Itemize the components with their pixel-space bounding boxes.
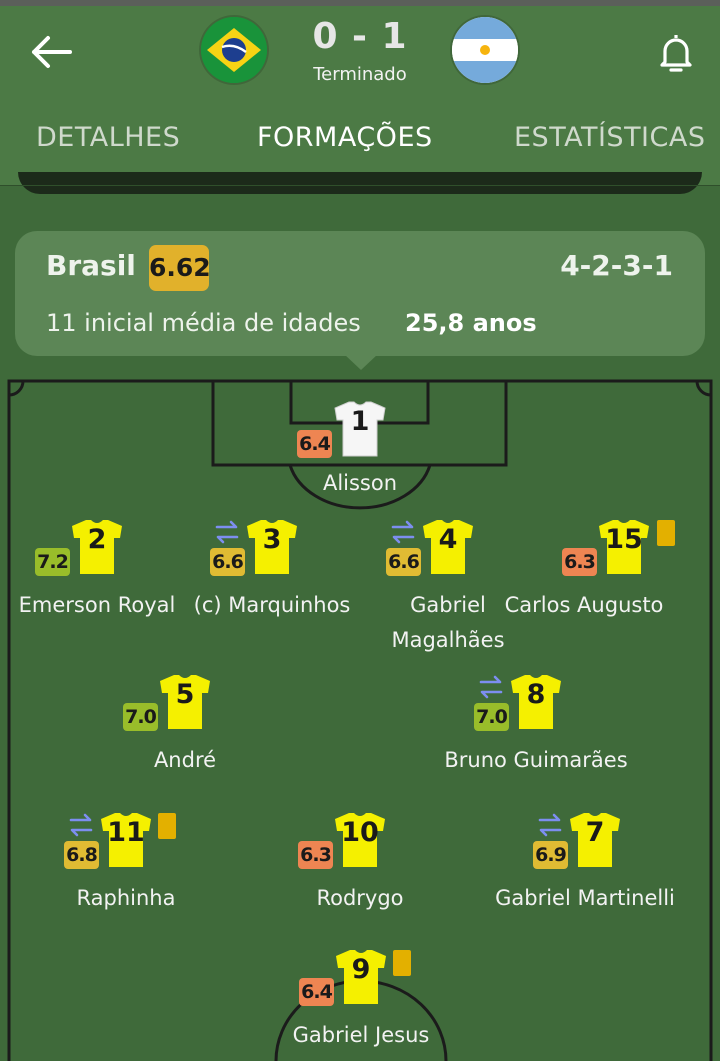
yellow-card-icon — [158, 813, 176, 839]
arrow-left-icon[interactable] — [26, 28, 76, 76]
shirt-number: 15 — [605, 524, 643, 555]
jersey-icon: 11 — [99, 811, 153, 869]
match-score: 0 - 1 — [312, 16, 408, 57]
player-rating-badge: 6.6 — [210, 548, 245, 576]
average-age-value: 25,8 anos — [405, 309, 537, 337]
player-name: Gabriel Jesus — [292, 1023, 430, 1047]
jersey-icon: 8 — [509, 673, 563, 731]
player-name: André — [153, 748, 217, 772]
tab-formacoes[interactable]: FORMAÇÕES — [257, 122, 433, 153]
header-shadow-arc — [18, 172, 702, 194]
team-rating-badge: 6.62 — [149, 245, 211, 291]
shirt-number: 1 — [350, 406, 370, 437]
card-pointer — [344, 354, 378, 370]
bell-icon[interactable] — [654, 30, 698, 76]
shirt-number: 8 — [526, 679, 546, 710]
substitution-icon — [68, 813, 94, 837]
player-name: Rodrygo — [316, 886, 404, 910]
jersey-icon: 1 — [333, 400, 387, 458]
jersey-icon: 7 — [568, 811, 622, 869]
substitution-icon — [537, 813, 563, 837]
player-rating-badge: 6.6 — [386, 548, 421, 576]
shirt-number: 9 — [351, 954, 371, 985]
average-age-label: 11 inicial média de idades — [46, 309, 361, 337]
team-name: Brasil — [46, 249, 136, 282]
team-summary-card: Brasil 6.62 4-2-3-1 11 inicial média de … — [15, 231, 705, 356]
player-rating-badge: 7.0 — [474, 703, 509, 731]
jersey-icon: 5 — [158, 673, 212, 731]
player-name: Carlos Augusto — [504, 593, 664, 617]
yellow-card-icon — [393, 950, 411, 976]
substitution-icon — [478, 675, 504, 699]
shirt-number: 5 — [175, 679, 195, 710]
player-rating-badge: 6.3 — [298, 841, 333, 869]
tab-estatisticas[interactable]: ESTATÍSTICAS — [514, 122, 705, 153]
player-rating-badge: 6.3 — [562, 548, 597, 576]
shirt-number: 7 — [585, 817, 605, 848]
player-rating-badge: 6.8 — [64, 841, 99, 869]
player-name: Raphinha — [76, 886, 176, 910]
shirt-number: 3 — [262, 524, 282, 555]
player-rating-badge: 7.2 — [35, 548, 70, 576]
shirt-number: 11 — [107, 817, 145, 848]
player-rating-badge: 6.9 — [533, 841, 568, 869]
shirt-number: 10 — [341, 817, 379, 848]
team-formation: 4-2-3-1 — [560, 249, 673, 282]
player-name: Bruno Guimarães — [444, 748, 628, 772]
jersey-icon: 10 — [333, 811, 387, 869]
player-rating-badge: 7.0 — [123, 703, 158, 731]
player-rating-badge: 6.4 — [299, 978, 334, 1006]
tab-detalhes[interactable]: DETALHES — [36, 122, 180, 153]
jersey-icon: 3 — [245, 518, 299, 576]
jersey-icon: 2 — [70, 518, 124, 576]
shirt-number: 4 — [438, 524, 458, 555]
match-header: 0 - 1 Terminado DETALHES FORMAÇÕES ESTAT… — [0, 0, 720, 186]
tabs-divider — [0, 185, 720, 186]
player-name: Alisson — [322, 471, 398, 495]
brazil-flag-icon[interactable] — [201, 17, 267, 83]
jersey-icon: 4 — [421, 518, 475, 576]
status-bar-strip — [0, 0, 720, 6]
yellow-card-icon — [657, 520, 675, 546]
substitution-icon — [390, 520, 416, 544]
jersey-icon: 9 — [334, 948, 388, 1006]
player-rating-badge: 6.4 — [297, 430, 332, 458]
player-name: Gabriel Martinelli — [495, 886, 675, 910]
argentina-flag-icon[interactable] — [452, 17, 518, 83]
match-status: Terminado — [313, 64, 407, 85]
jersey-icon: 15 — [597, 518, 651, 576]
substitution-icon — [214, 520, 240, 544]
shirt-number: 2 — [87, 524, 107, 555]
